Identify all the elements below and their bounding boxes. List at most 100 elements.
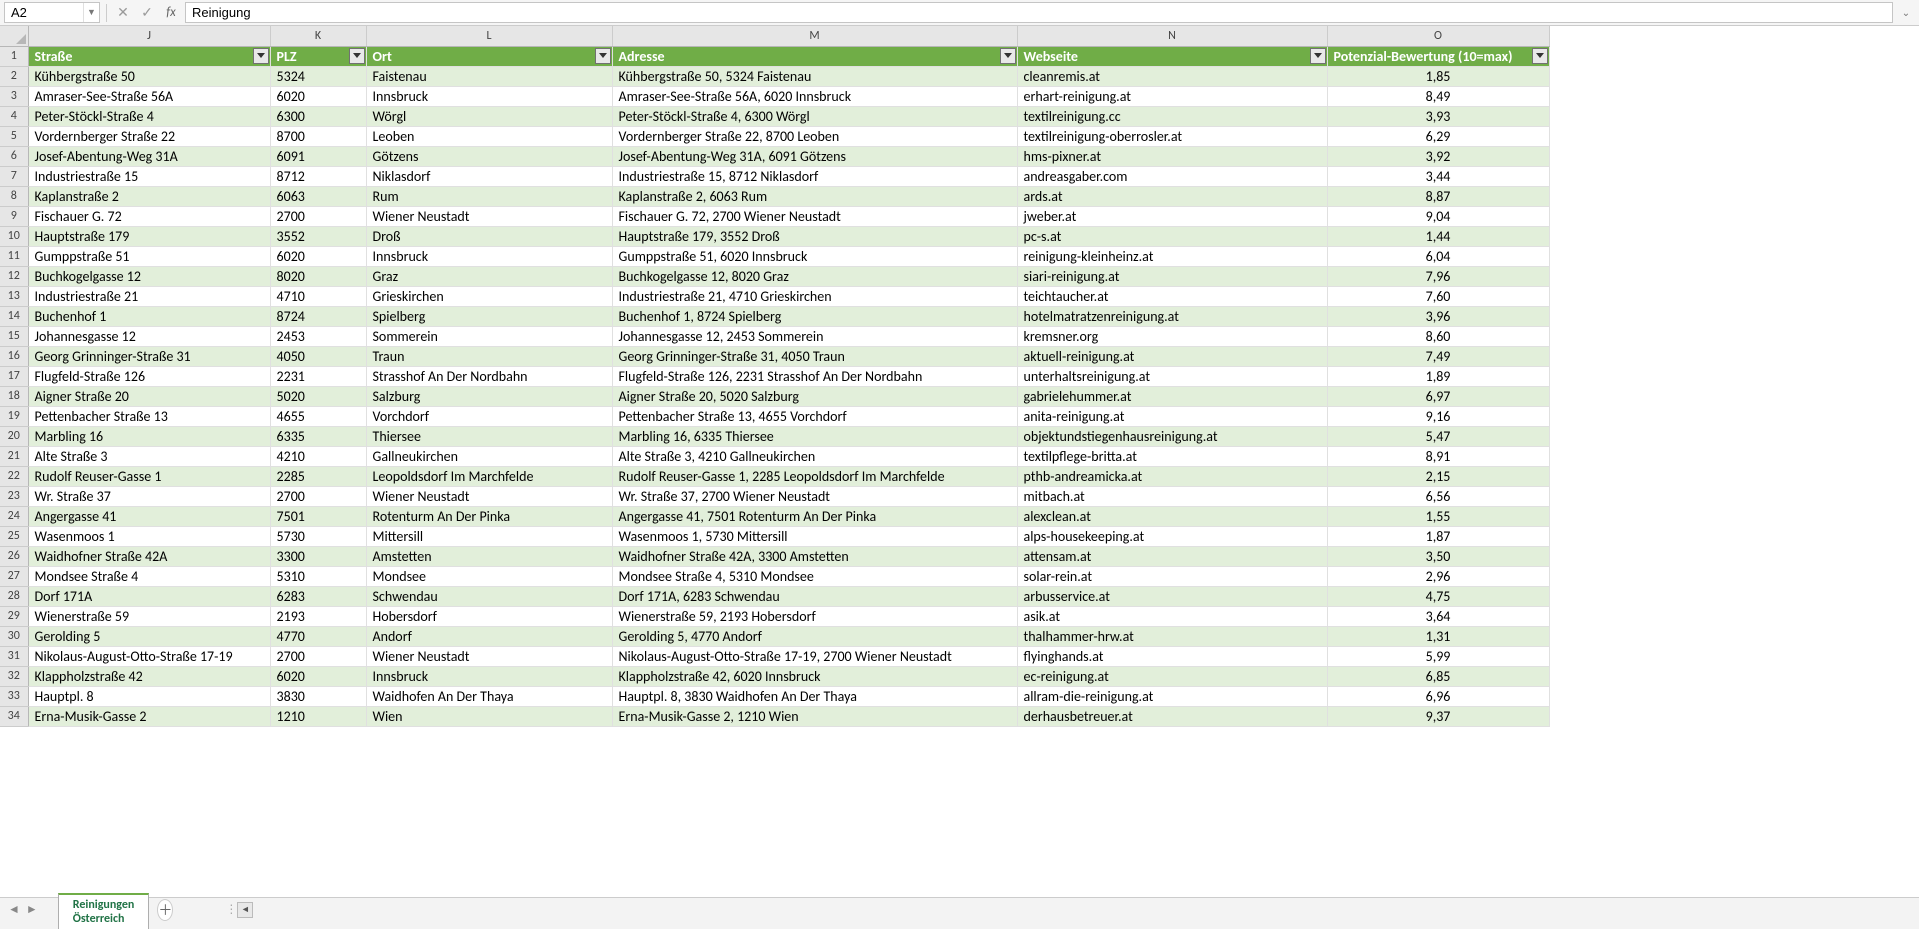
- cell-adresse[interactable]: Industriestraße 15, 8712 Niklasdorf: [612, 166, 1017, 186]
- cell-ort[interactable]: Andorf: [366, 626, 612, 646]
- cell-ort[interactable]: Faistenau: [366, 66, 612, 86]
- cell-ort[interactable]: Schwendau: [366, 586, 612, 606]
- cell-potenzial[interactable]: 8,49: [1327, 86, 1549, 106]
- cell-potenzial[interactable]: 2,96: [1327, 566, 1549, 586]
- cell-adresse[interactable]: Buchenhof 1, 8724 Spielberg: [612, 306, 1017, 326]
- cell-ort[interactable]: Amstetten: [366, 546, 612, 566]
- cell-adresse[interactable]: Aigner Straße 20, 5020 Salzburg: [612, 386, 1017, 406]
- cell-webseite[interactable]: ec-reinigung.at: [1017, 666, 1327, 686]
- add-sheet-button[interactable]: ＋: [157, 899, 173, 921]
- cell-ort[interactable]: Spielberg: [366, 306, 612, 326]
- cell-webseite[interactable]: textilreinigung-oberrosler.at: [1017, 126, 1327, 146]
- cell-strasse[interactable]: Klappholzstraße 42: [28, 666, 270, 686]
- row-header[interactable]: 25: [0, 526, 28, 546]
- row-header[interactable]: 32: [0, 666, 28, 686]
- cell-strasse[interactable]: Johannesgasse 12: [28, 326, 270, 346]
- row-header[interactable]: 26: [0, 546, 28, 566]
- cell-adresse[interactable]: Peter-Stöckl-Straße 4, 6300 Wörgl: [612, 106, 1017, 126]
- cell-strasse[interactable]: Nikolaus-August-Otto-Straße 17-19: [28, 646, 270, 666]
- cell-potenzial[interactable]: 1,44: [1327, 226, 1549, 246]
- cell-adresse[interactable]: Josef-Abentung-Weg 31A, 6091 Götzens: [612, 146, 1017, 166]
- cell-webseite[interactable]: anita-reinigung.at: [1017, 406, 1327, 426]
- table-header-cell[interactable]: Adresse: [612, 46, 1017, 66]
- cell-potenzial[interactable]: 9,04: [1327, 206, 1549, 226]
- cell-strasse[interactable]: Buchenhof 1: [28, 306, 270, 326]
- cell-potenzial[interactable]: 2,15: [1327, 466, 1549, 486]
- cell-strasse[interactable]: Pettenbacher Straße 13: [28, 406, 270, 426]
- cell-ort[interactable]: Sommerein: [366, 326, 612, 346]
- cell-strasse[interactable]: Kühbergstraße 50: [28, 66, 270, 86]
- cell-plz[interactable]: 8700: [270, 126, 366, 146]
- row-header[interactable]: 33: [0, 686, 28, 706]
- cell-ort[interactable]: Graz: [366, 266, 612, 286]
- cell-potenzial[interactable]: 3,64: [1327, 606, 1549, 626]
- cell-webseite[interactable]: teichtaucher.at: [1017, 286, 1327, 306]
- horizontal-scrollbar[interactable]: [255, 902, 1919, 918]
- cancel-icon[interactable]: ✕: [113, 3, 133, 23]
- cell-potenzial[interactable]: 6,97: [1327, 386, 1549, 406]
- cell-plz[interactable]: 3830: [270, 686, 366, 706]
- cell-plz[interactable]: 8712: [270, 166, 366, 186]
- row-header[interactable]: 15: [0, 326, 28, 346]
- filter-button[interactable]: [1310, 48, 1326, 64]
- cell-adresse[interactable]: Hauptpl. 8, 3830 Waidhofen An Der Thaya: [612, 686, 1017, 706]
- cell-adresse[interactable]: Gerolding 5, 4770 Andorf: [612, 626, 1017, 646]
- cell-adresse[interactable]: Nikolaus-August-Otto-Straße 17-19, 2700 …: [612, 646, 1017, 666]
- row-header[interactable]: 23: [0, 486, 28, 506]
- row-header[interactable]: 27: [0, 566, 28, 586]
- cell-potenzial[interactable]: 3,93: [1327, 106, 1549, 126]
- cell-webseite[interactable]: hms-pixner.at: [1017, 146, 1327, 166]
- column-header-K[interactable]: K: [270, 26, 366, 46]
- cell-plz[interactable]: 2285: [270, 466, 366, 486]
- accept-icon[interactable]: ✓: [137, 3, 157, 23]
- cell-ort[interactable]: Strasshof An Der Nordbahn: [366, 366, 612, 386]
- row-header[interactable]: 5: [0, 126, 28, 146]
- cell-potenzial[interactable]: 9,37: [1327, 706, 1549, 726]
- cell-adresse[interactable]: Wr. Straße 37, 2700 Wiener Neustadt: [612, 486, 1017, 506]
- cell-ort[interactable]: Wiener Neustadt: [366, 486, 612, 506]
- cell-webseite[interactable]: asik.at: [1017, 606, 1327, 626]
- cell-strasse[interactable]: Peter-Stöckl-Straße 4: [28, 106, 270, 126]
- cell-plz[interactable]: 5310: [270, 566, 366, 586]
- cell-plz[interactable]: 4655: [270, 406, 366, 426]
- cell-adresse[interactable]: Alte Straße 3, 4210 Gallneukirchen: [612, 446, 1017, 466]
- filter-button[interactable]: [349, 48, 365, 64]
- cell-webseite[interactable]: unterhaltsreinigung.at: [1017, 366, 1327, 386]
- cell-strasse[interactable]: Amraser-See-Straße 56A: [28, 86, 270, 106]
- cell-ort[interactable]: Mondsee: [366, 566, 612, 586]
- cell-plz[interactable]: 2453: [270, 326, 366, 346]
- cell-ort[interactable]: Innsbruck: [366, 86, 612, 106]
- cell-plz[interactable]: 5020: [270, 386, 366, 406]
- cell-adresse[interactable]: Gumppstraße 51, 6020 Innsbruck: [612, 246, 1017, 266]
- row-header[interactable]: 28: [0, 586, 28, 606]
- cell-potenzial[interactable]: 1,31: [1327, 626, 1549, 646]
- cell-webseite[interactable]: jweber.at: [1017, 206, 1327, 226]
- cell-plz[interactable]: 4210: [270, 446, 366, 466]
- tab-drag-handle-icon[interactable]: ⋮: [225, 902, 237, 917]
- cell-ort[interactable]: Wiener Neustadt: [366, 206, 612, 226]
- cell-adresse[interactable]: Angergasse 41, 7501 Rotenturm An Der Pin…: [612, 506, 1017, 526]
- cell-ort[interactable]: Thiersee: [366, 426, 612, 446]
- cell-webseite[interactable]: objektundstiegenhausreinigung.at: [1017, 426, 1327, 446]
- cell-webseite[interactable]: erhart-reinigung.at: [1017, 86, 1327, 106]
- cell-ort[interactable]: Gallneukirchen: [366, 446, 612, 466]
- cell-strasse[interactable]: Georg Grinninger-Straße 31: [28, 346, 270, 366]
- cell-webseite[interactable]: cleanremis.at: [1017, 66, 1327, 86]
- cell-ort[interactable]: Hobersdorf: [366, 606, 612, 626]
- cell-strasse[interactable]: Vordernberger Straße 22: [28, 126, 270, 146]
- cell-adresse[interactable]: Dorf 171A, 6283 Schwendau: [612, 586, 1017, 606]
- cell-webseite[interactable]: siari-reinigung.at: [1017, 266, 1327, 286]
- cell-adresse[interactable]: Buchkogelgasse 12, 8020 Graz: [612, 266, 1017, 286]
- row-header[interactable]: 34: [0, 706, 28, 726]
- cell-potenzial[interactable]: 1,85: [1327, 66, 1549, 86]
- cell-plz[interactable]: 8020: [270, 266, 366, 286]
- cell-plz[interactable]: 3552: [270, 226, 366, 246]
- cell-potenzial[interactable]: 6,56: [1327, 486, 1549, 506]
- cell-plz[interactable]: 8724: [270, 306, 366, 326]
- row-header[interactable]: 16: [0, 346, 28, 366]
- table-header-cell[interactable]: Webseite: [1017, 46, 1327, 66]
- cell-strasse[interactable]: Industriestraße 21: [28, 286, 270, 306]
- row-header[interactable]: 4: [0, 106, 28, 126]
- cell-adresse[interactable]: Marbling 16, 6335 Thiersee: [612, 426, 1017, 446]
- tab-nav-prev-icon[interactable]: ◄: [6, 902, 22, 917]
